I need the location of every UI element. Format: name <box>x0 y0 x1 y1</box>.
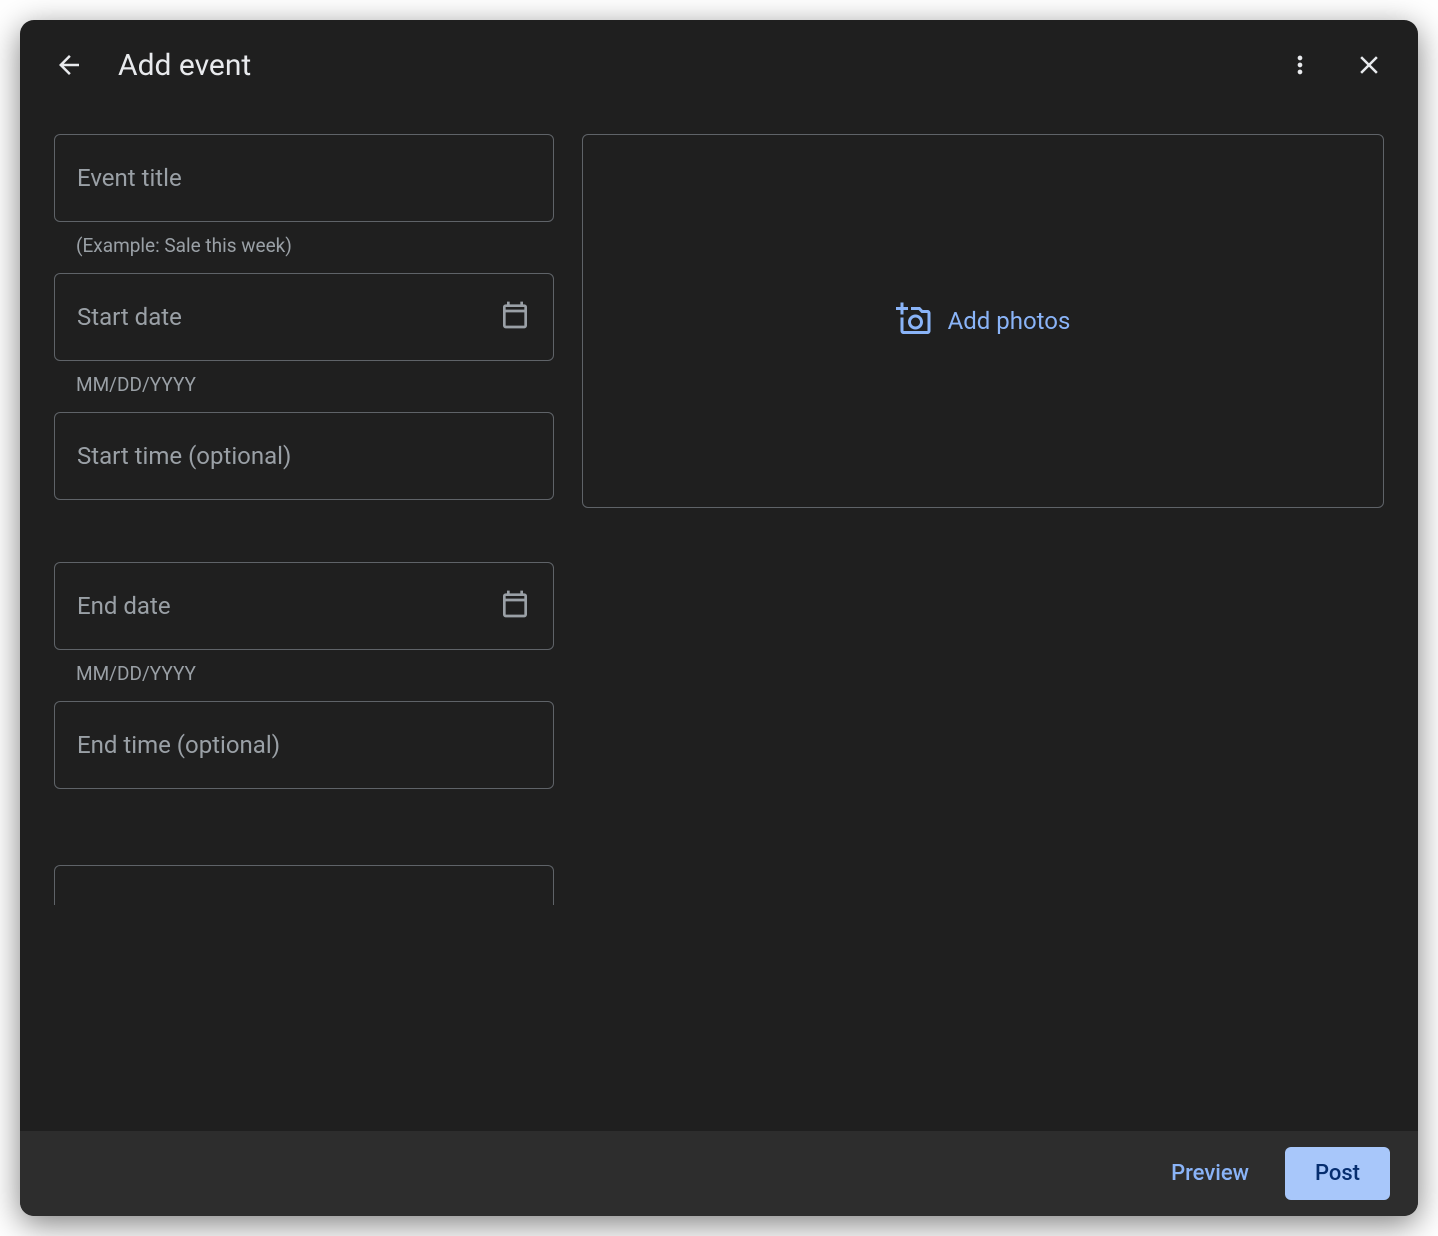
event-title-field[interactable] <box>54 134 554 222</box>
end-time-label: End time (optional) <box>77 731 280 759</box>
start-date-label: Start date <box>77 303 182 331</box>
start-date-group: Start date MM/DD/YYYY <box>54 273 554 396</box>
calendar-icon <box>499 588 531 624</box>
start-date-hint: MM/DD/YYYY <box>76 373 554 396</box>
event-title-input[interactable] <box>77 164 531 192</box>
preview-button[interactable]: Preview <box>1147 1147 1273 1200</box>
end-time-field[interactable]: End time (optional) <box>54 701 554 789</box>
modal-header: Add event <box>20 20 1418 110</box>
start-date-field[interactable]: Start date <box>54 273 554 361</box>
end-date-field[interactable]: End date <box>54 562 554 650</box>
start-time-label: Start time (optional) <box>77 442 291 470</box>
end-date-hint: MM/DD/YYYY <box>76 662 554 685</box>
add-event-modal: Add event (Example: Sale this week) <box>20 20 1418 1216</box>
calendar-icon <box>499 299 531 335</box>
end-date-label: End date <box>77 592 171 620</box>
modal-footer: Preview Post <box>20 1131 1418 1216</box>
more-vert-icon <box>1286 51 1314 79</box>
arrow-left-icon <box>54 50 84 80</box>
add-photos-dropzone[interactable]: Add photos <box>582 134 1384 508</box>
start-time-group: Start time (optional) <box>54 412 554 500</box>
content-scroll-area[interactable]: (Example: Sale this week) Start date MM/… <box>20 110 1418 1131</box>
close-icon <box>1354 50 1384 80</box>
form-right-column: Add photos <box>582 134 1384 1131</box>
more-options-button[interactable] <box>1280 45 1320 85</box>
content-wrapper: (Example: Sale this week) Start date MM/… <box>20 110 1418 1131</box>
post-button[interactable]: Post <box>1285 1147 1390 1200</box>
back-button[interactable] <box>48 44 90 86</box>
start-time-field[interactable]: Start time (optional) <box>54 412 554 500</box>
additional-field-group <box>54 865 554 905</box>
form-left-column: (Example: Sale this week) Start date MM/… <box>54 134 554 1131</box>
additional-field[interactable] <box>54 865 554 905</box>
close-button[interactable] <box>1348 44 1390 86</box>
page-title: Add event <box>118 48 1252 83</box>
add-photo-icon <box>896 301 932 341</box>
event-title-hint: (Example: Sale this week) <box>76 234 554 257</box>
event-title-group: (Example: Sale this week) <box>54 134 554 257</box>
end-time-group: End time (optional) <box>54 701 554 789</box>
end-date-group: End date MM/DD/YYYY <box>54 562 554 685</box>
add-photos-label: Add photos <box>948 307 1071 335</box>
